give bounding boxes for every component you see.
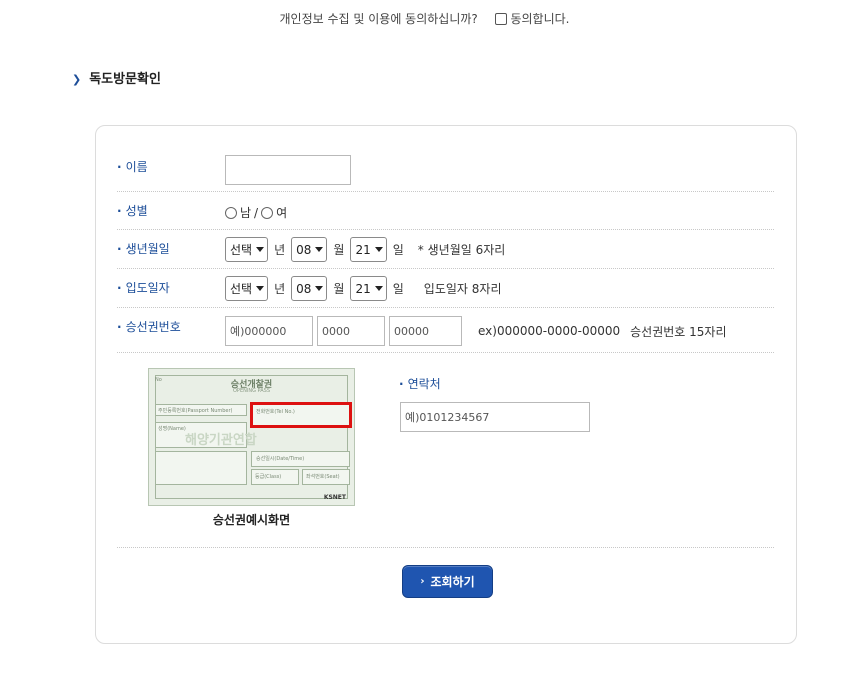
ticket-number-hint: 승선권번호 15자리 [630,324,727,339]
form-panel: 이름 성별 남 / 여 생년월일 선택 년 08 월 21 일 * 생년월일 6… [95,125,797,644]
gender-label: 성별 [117,202,148,219]
ticket-subtitle: OPENING PASS [233,388,270,394]
chevron-down-icon [256,286,265,291]
name-input[interactable] [225,155,351,185]
birth-month-select[interactable]: 08 [291,237,328,262]
section-title-text: 독도방문확인 [89,72,161,87]
chevron-down-icon [374,286,383,291]
birth-label: 생년월일 [117,240,170,257]
birth-day-unit: 일 [392,243,404,257]
chevron-down-icon [315,247,324,252]
entry-month-unit: 월 [333,282,345,296]
ticket-number-part1-input[interactable]: 예)000000 [225,316,313,346]
chevron-right-icon: › [420,576,425,587]
entry-year-unit: 년 [274,282,286,296]
ticket-example-image: No 승선개찰권 OPENING PASS 주민등록번호(Passport Nu… [148,368,355,506]
consent-row: 개인정보 수집 및 이용에 동의하십니까? 동의합니다. [0,10,849,27]
gender-female-radio[interactable] [261,206,274,219]
section-title: ❯ 독도방문확인 [72,68,161,87]
ticket-number-part2-input[interactable]: 0000 [317,316,385,346]
chevron-down-icon [315,286,324,291]
bottom-divider [117,536,774,548]
entry-year-select[interactable]: 선택 [225,276,269,301]
entry-month-select[interactable]: 08 [291,276,328,301]
contact-label: 연락처 [399,375,441,392]
entry-row: 입도일자 선택 년 08 월 21 일 입도일자 8자리 [117,269,774,308]
ticket-number-example: ex)000000-0000-00000 [478,324,621,338]
gender-female-label[interactable]: 여 [276,204,287,221]
entry-day-unit: 일 [392,282,404,296]
birth-row: 생년월일 선택 년 08 월 21 일 * 생년월일 6자리 [117,230,774,269]
entry-hint: 입도일자 8자리 [423,282,502,296]
entry-day-select[interactable]: 21 [350,276,387,301]
ticket-date-cell: 승선일시(Date/Time) [251,451,350,467]
ticket-watermark: 해양기관연합 [185,433,257,448]
entry-label: 입도일자 [117,279,170,296]
chevron-right-icon: ❯ [72,73,82,86]
ticket-highlight-box [250,402,352,428]
ticket-seat-cell: 좌석번호(Seat) [302,469,350,485]
ticket-number-row: 승선권번호 예)000000 0000 00000 ex)000000-0000… [117,308,774,353]
gender-row: 성별 남 / 여 [117,192,774,230]
birth-day-select[interactable]: 21 [350,237,387,262]
name-row: 이름 [117,146,774,192]
ticket-number-label: 승선권번호 [117,318,181,335]
birth-hint: * 생년월일 6자리 [417,243,506,257]
birth-month-unit: 월 [333,243,345,257]
ticket-photo-cell [155,451,247,485]
birth-year-select[interactable]: 선택 [225,237,269,262]
gender-male-radio[interactable] [225,206,237,219]
ticket-number-part3-input[interactable]: 00000 [389,316,462,346]
chevron-down-icon [374,247,383,252]
ticket-passport-cell: 주민등록번호(Passport Number) [155,404,247,416]
name-label: 이름 [117,158,148,175]
gender-separator: / [254,205,259,220]
gender-male-label[interactable]: 남 [240,204,251,221]
agree-checkbox[interactable] [495,13,508,25]
consent-question: 개인정보 수집 및 이용에 동의하십니까? [279,12,478,26]
search-button-label: 조회하기 [430,575,475,589]
birth-year-unit: 년 [274,243,286,257]
ticket-class-cell: 등급(Class) [251,469,299,485]
ticket-caption: 승선권예시화면 [212,513,291,527]
search-button[interactable]: › 조회하기 [402,565,493,598]
ticket-brand-logo: KSNET [323,494,346,501]
chevron-down-icon [256,247,265,252]
agree-label[interactable]: 동의합니다. [510,12,569,26]
contact-input[interactable]: 예)0101234567 [400,402,590,432]
